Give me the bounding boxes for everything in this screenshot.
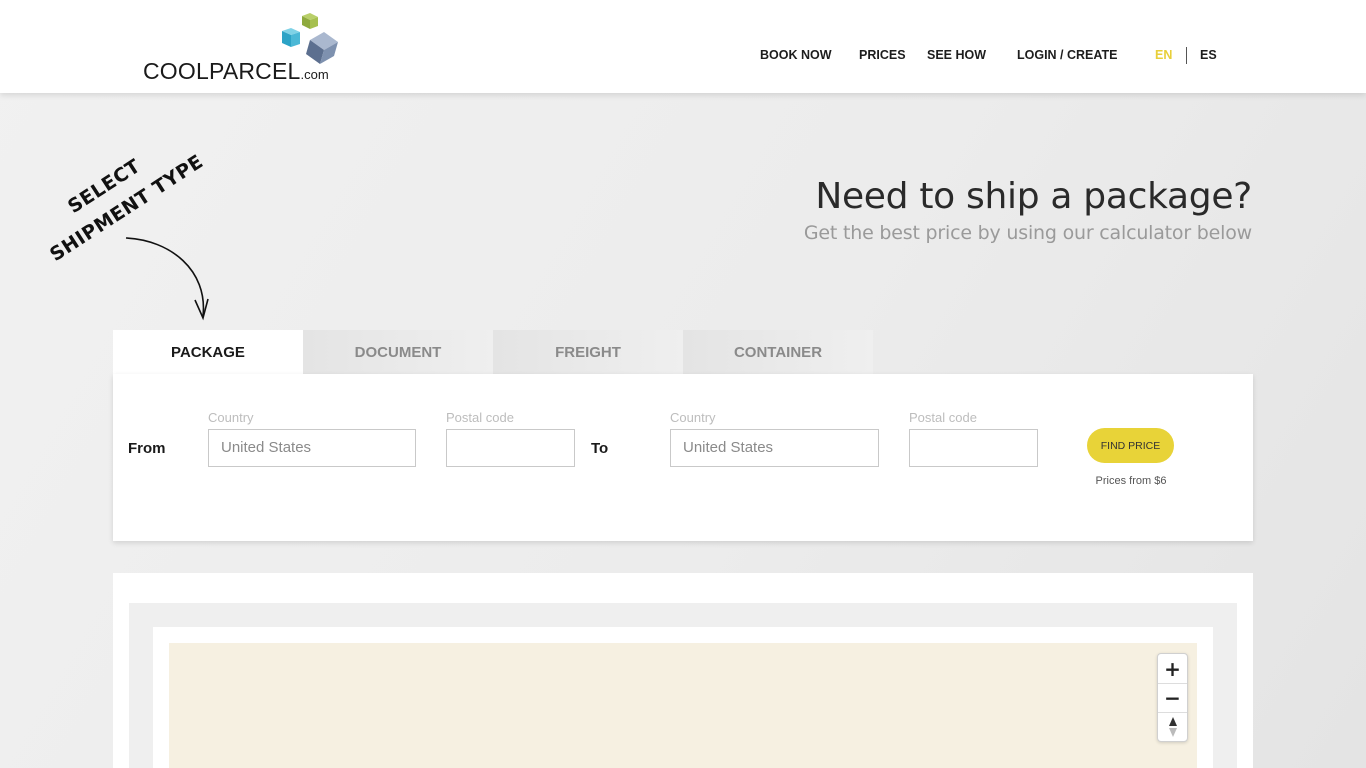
find-price-button[interactable]: FIND PRICE — [1087, 428, 1174, 463]
lang-separator — [1186, 47, 1187, 64]
from-label: From — [128, 440, 166, 457]
nav-see-how[interactable]: SEE HOW — [927, 48, 986, 62]
zoom-out-button[interactable]: − — [1158, 683, 1187, 712]
zoom-in-button[interactable]: + — [1158, 654, 1187, 683]
to-postal-input[interactable] — [909, 429, 1038, 467]
shipment-type-tabs: PACKAGE DOCUMENT FREIGHT CONTAINER — [113, 330, 873, 374]
prices-from-note: Prices from $6 — [1095, 475, 1167, 487]
to-country-label: Country — [670, 410, 716, 425]
lang-en-link[interactable]: EN — [1155, 48, 1172, 62]
map-container: + − — [153, 627, 1213, 768]
map-zoom-controls: + − — [1157, 653, 1188, 742]
select-shipment-annotation: SELECT SHIPMENT TYPE — [40, 140, 240, 330]
map-section: + − — [113, 573, 1253, 768]
from-postal-label: Postal code — [446, 410, 514, 425]
tab-freight[interactable]: FREIGHT — [493, 330, 683, 374]
to-label: To — [591, 440, 609, 457]
nav-login-create[interactable]: LOGIN / CREATE — [1017, 48, 1117, 62]
hero-title: Need to ship a package? — [815, 176, 1252, 217]
nav-book-now[interactable]: BOOK NOW — [760, 48, 832, 62]
nav-prices[interactable]: PRICES — [859, 48, 906, 62]
tab-package[interactable]: PACKAGE — [113, 330, 303, 374]
main-nav: BOOK NOW PRICES SEE HOW LOGIN / CREATE E… — [0, 47, 1366, 64]
from-postal-input[interactable] — [446, 429, 575, 467]
site-header: COOLPARCEL.com BOOK NOW PRICES SEE HOW L… — [0, 0, 1366, 93]
curved-arrow-icon — [125, 237, 209, 321]
hero-subtitle: Get the best price by using our calculat… — [803, 222, 1252, 244]
to-country-select[interactable]: United States — [670, 429, 879, 467]
reset-north-button[interactable] — [1158, 712, 1187, 741]
tab-container[interactable]: CONTAINER — [683, 330, 873, 374]
tab-document[interactable]: DOCUMENT — [303, 330, 493, 374]
map-frame: + − — [129, 603, 1237, 768]
from-country-label: Country — [208, 410, 254, 425]
compass-icon — [1168, 716, 1177, 737]
price-calculator-form: From Country United States Postal code T… — [113, 374, 1253, 541]
to-postal-label: Postal code — [909, 410, 977, 425]
from-country-select[interactable]: United States — [208, 429, 416, 467]
map-canvas[interactable]: + − — [169, 643, 1197, 768]
lang-es-link[interactable]: ES — [1200, 48, 1217, 62]
